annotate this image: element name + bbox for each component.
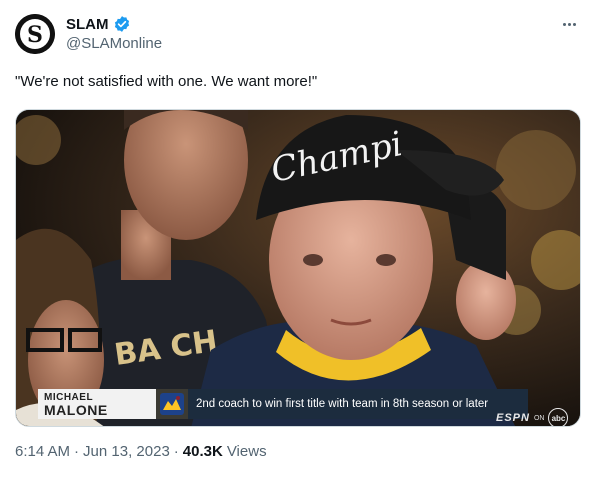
- tweet-text: "We're not satisfied with one. We want m…: [15, 73, 318, 90]
- network-bug: ESPN ON abc: [496, 408, 569, 426]
- espn-logo: ESPN: [496, 412, 530, 424]
- author-handle[interactable]: @SLAMonline: [66, 35, 162, 52]
- display-name[interactable]: SLAM: [66, 16, 109, 33]
- author-name-row: SLAM: [66, 14, 131, 34]
- tweet-metadata: 6:14 AM · Jun 13, 2023 · 40.3K Views: [15, 443, 267, 460]
- celebration-photo: BA CH Champi: [16, 110, 580, 426]
- more-options-icon[interactable]: [557, 14, 581, 34]
- network-on-label: ON: [533, 414, 545, 422]
- views-label: Views: [226, 443, 267, 460]
- broadcast-lower-third: MICHAEL MALONE 2nd coach to win first ti…: [38, 389, 528, 419]
- svg-text:S: S: [27, 22, 43, 48]
- lower-third-name: MICHAEL MALONE: [38, 389, 156, 419]
- tweet-media-image[interactable]: BA CH Champi MICHAEL MALONE 2nd coach to…: [15, 109, 581, 427]
- lower-third-caption: 2nd coach to win first title with team i…: [188, 389, 528, 419]
- views-count: 40.3K: [182, 443, 223, 460]
- meta-separator: ·: [173, 443, 179, 460]
- nuggets-logo-icon: [156, 389, 188, 419]
- abc-logo: abc: [548, 408, 569, 426]
- tweet-time[interactable]: 6:14 AM: [15, 443, 70, 460]
- meta-separator: ·: [74, 443, 80, 460]
- tweet-card: S SLAM @SLAMonline "We're not satisfied …: [0, 0, 601, 480]
- lower-third-last-name: MALONE: [44, 402, 108, 418]
- verified-badge-icon[interactable]: [113, 15, 131, 33]
- tweet-date[interactable]: Jun 13, 2023: [83, 443, 170, 460]
- avatar[interactable]: S: [15, 14, 55, 54]
- slam-logo-icon: S: [15, 14, 55, 54]
